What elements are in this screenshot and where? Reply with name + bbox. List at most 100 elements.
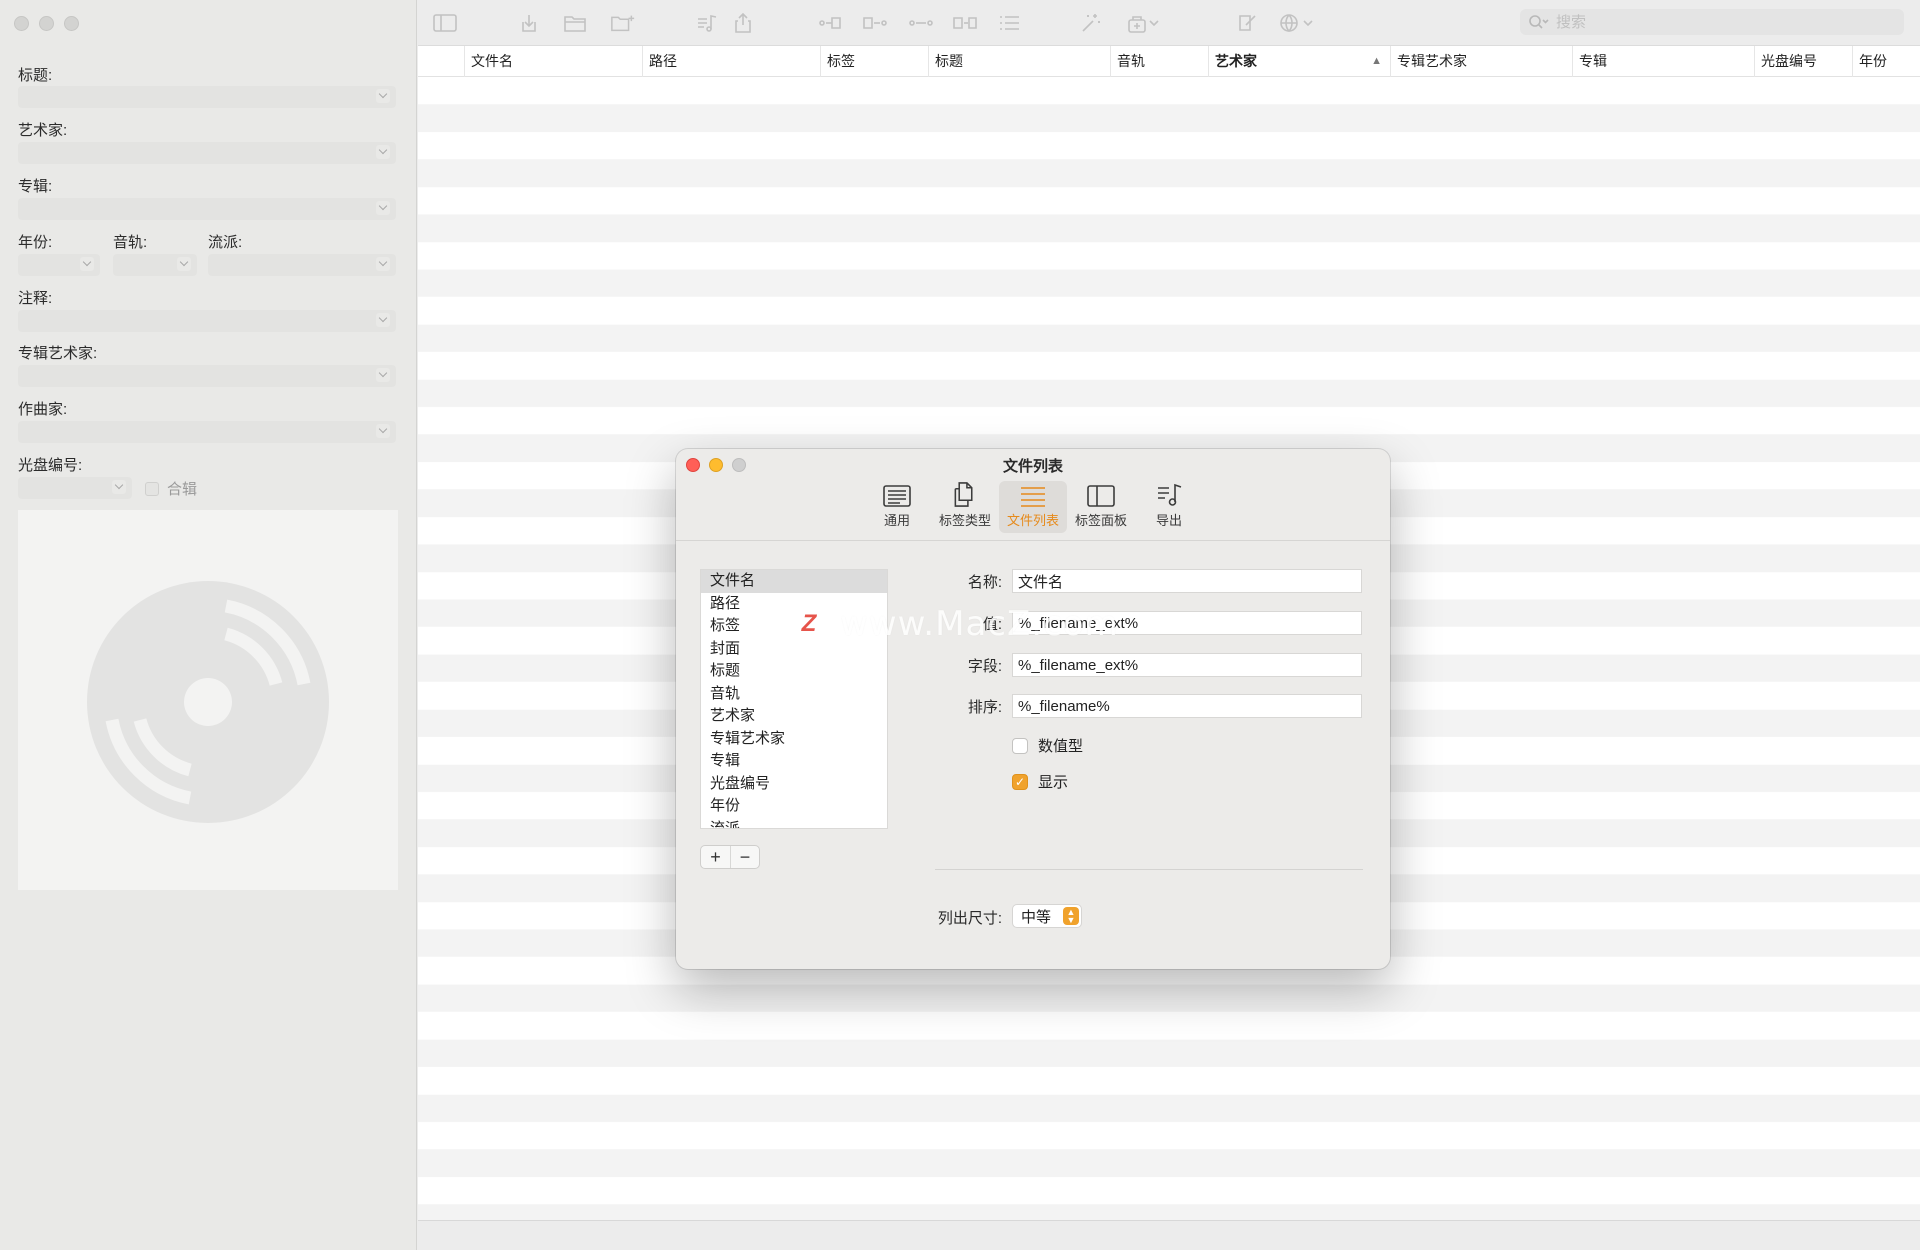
year-label: 年份: [18, 234, 53, 251]
list-item[interactable]: 专辑艺术家 [701, 728, 887, 751]
magic-wand-icon[interactable] [1078, 10, 1104, 36]
value-input[interactable] [1012, 611, 1362, 635]
minimize-button[interactable] [39, 16, 54, 31]
disc-number-combobox[interactable] [18, 477, 132, 499]
chevron-down-icon[interactable] [112, 480, 126, 494]
tab-general[interactable]: 通用 [863, 481, 931, 533]
save-icon[interactable] [516, 10, 542, 36]
numeric-checkbox[interactable]: 数值型 [1012, 735, 1083, 756]
sort-label: 排序: [967, 699, 1002, 716]
column-header-path[interactable]: 路径 [642, 46, 820, 77]
list-item[interactable]: 专辑 [701, 750, 887, 773]
column-header-year[interactable]: 年份 [1852, 46, 1920, 77]
list-icon[interactable] [996, 10, 1022, 36]
chevron-down-icon[interactable] [177, 257, 191, 271]
compilation-checkbox[interactable]: 合辑 [145, 478, 197, 499]
tag-to-tag-icon[interactable] [908, 10, 934, 36]
artist-combobox[interactable] [18, 142, 396, 164]
list-item[interactable]: 文件名 [701, 570, 887, 593]
genre-combobox[interactable] [208, 254, 396, 276]
column-header-disc-number[interactable]: 光盘编号 [1754, 46, 1852, 77]
list-item[interactable]: 艺术家 [701, 705, 887, 728]
visible-checkbox[interactable]: ✓ 显示 [1012, 771, 1068, 792]
album-combobox[interactable] [18, 198, 396, 220]
artist-label: 艺术家: [18, 122, 68, 139]
list-item[interactable]: 封面 [701, 638, 887, 661]
chevron-down-icon[interactable] [376, 368, 390, 382]
album-artist-label: 专辑艺术家: [18, 345, 98, 362]
chevron-down-icon[interactable] [376, 257, 390, 271]
disc-number-label: 光盘编号: [18, 457, 83, 474]
tag-types-icon [954, 482, 973, 507]
zoom-button[interactable] [64, 16, 79, 31]
search-input[interactable] [1556, 13, 1856, 31]
dialog-title: 文件列表 [1002, 458, 1063, 475]
web-sources-icon[interactable] [1276, 10, 1302, 36]
column-list[interactable]: 文件名 路径 标签 封面 标题 音轨 艺术家 专辑艺术家 专辑 光盘编号 年份 … [700, 569, 888, 829]
filename-to-filename-icon[interactable] [952, 10, 978, 36]
list-item[interactable]: 光盘编号 [701, 773, 887, 796]
list-edit-buttons: + − [700, 845, 760, 869]
actions-chevron-down-icon[interactable] [1146, 10, 1162, 36]
tab-tag-panel[interactable]: 标签面板 [1067, 481, 1135, 533]
add-folder-icon[interactable] [610, 10, 636, 36]
album-artist-combobox[interactable] [18, 365, 396, 387]
search-icon [1529, 15, 1549, 29]
year-combobox[interactable] [18, 254, 100, 276]
field-input[interactable] [1012, 653, 1362, 677]
column-header-artist[interactable]: 艺术家 ▲ [1208, 46, 1390, 77]
album-label: 专辑: [18, 178, 53, 195]
list-item[interactable]: 标签 [701, 615, 887, 638]
column-header-track[interactable]: 音轨 [1110, 46, 1208, 77]
compilation-label: 合辑 [167, 481, 198, 498]
tab-tag-types-label: 标签类型 [938, 513, 991, 528]
edit-icon[interactable] [1234, 10, 1260, 36]
chevron-down-icon[interactable] [376, 89, 390, 103]
title-combobox[interactable] [18, 86, 396, 108]
tab-tag-types[interactable]: 标签类型 [931, 481, 999, 533]
filename-from-tag-icon[interactable] [862, 10, 888, 36]
preferences-dialog: 文件列表 通用 标签类型 文件列表 标签面板 导出 文件名 路径 标签 封面 标… [676, 449, 1390, 969]
chevron-down-icon[interactable] [376, 313, 390, 327]
chevron-down-icon[interactable] [376, 201, 390, 215]
column-header-title[interactable]: 标题 [928, 46, 1110, 77]
list-item[interactable]: 年份 [701, 795, 887, 818]
list-item[interactable]: 音轨 [701, 683, 887, 706]
track-combobox[interactable] [113, 254, 197, 276]
share-icon[interactable] [730, 10, 756, 36]
tag-panel-icon [1087, 485, 1115, 507]
remove-column-button[interactable]: − [730, 846, 759, 868]
artwork-placeholder[interactable] [18, 510, 398, 890]
open-folder-icon[interactable] [562, 10, 588, 36]
chevron-down-icon[interactable] [80, 257, 94, 271]
add-column-button[interactable]: + [701, 846, 730, 868]
list-size-label: 列出尺寸: [937, 910, 1002, 927]
web-sources-chevron-down-icon[interactable] [1300, 10, 1316, 36]
chevron-down-icon[interactable] [376, 145, 390, 159]
main-window-controls [14, 16, 79, 31]
column-header-album[interactable]: 专辑 [1572, 46, 1754, 77]
tab-export[interactable]: 导出 [1135, 481, 1203, 533]
composer-combobox[interactable] [18, 421, 396, 443]
column-header-filename[interactable]: 文件名 [464, 46, 642, 77]
checkbox-icon [1012, 737, 1028, 754]
list-item[interactable]: 流派 [701, 818, 887, 829]
column-header-album-artist[interactable]: 专辑艺术家 [1390, 46, 1572, 77]
sidebar-toggle-icon[interactable] [432, 10, 458, 36]
list-size-select[interactable]: 中等 ▲ ▼ [1012, 904, 1082, 928]
tab-file-list-label: 文件列表 [1006, 513, 1059, 528]
playlist-icon[interactable] [694, 10, 720, 36]
comment-combobox[interactable] [18, 310, 396, 332]
close-button[interactable] [14, 16, 29, 31]
sort-input[interactable] [1012, 694, 1362, 718]
tab-file-list[interactable]: 文件列表 [999, 481, 1067, 533]
list-item[interactable]: 路径 [701, 593, 887, 616]
search-field[interactable] [1520, 9, 1904, 35]
list-item[interactable]: 标题 [701, 660, 887, 683]
checkmark-icon: ✓ [1012, 773, 1028, 790]
name-input[interactable] [1012, 569, 1362, 593]
divider [935, 869, 1363, 870]
column-header-tag[interactable]: 标签 [820, 46, 920, 77]
tag-from-filename-icon[interactable] [818, 10, 844, 36]
chevron-down-icon[interactable] [376, 424, 390, 438]
